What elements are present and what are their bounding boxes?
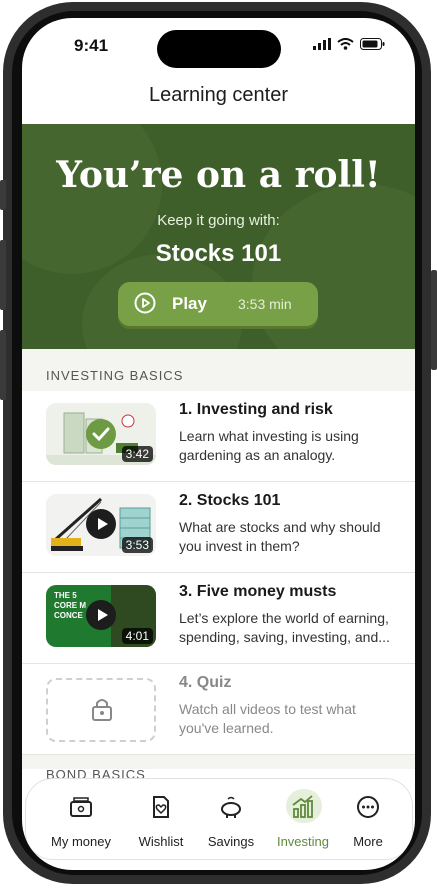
power-button: [431, 270, 437, 370]
lesson-title: 4. Quiz: [179, 674, 232, 691]
play-label: Play: [172, 294, 207, 313]
lesson-thumbnail: THE 5 CORE M CONCE 4:01: [46, 585, 156, 647]
tab-savings[interactable]: Savings: [196, 793, 266, 849]
locked-thumbnail: [46, 678, 156, 742]
video-play-icon: [86, 509, 116, 539]
wifi-icon: [337, 38, 354, 50]
lesson-description: Let’s explore the world of earning, spen…: [179, 610, 390, 645]
course-list-area: INVESTING BASICS 3:42 1. Investing and r…: [22, 349, 415, 782]
video-duration: 3:53: [121, 537, 153, 553]
lesson-item-quiz[interactable]: 4. Quiz Watch all videos to test what yo…: [22, 664, 415, 755]
page-title: Learning center: [149, 84, 288, 106]
dynamic-island: [157, 30, 281, 68]
screen: 9:41 Learning center You’re on a roll! K…: [22, 18, 415, 870]
lesson-title: 3. Five money musts: [179, 583, 337, 600]
tab-more[interactable]: More: [333, 793, 403, 849]
tab-label: More: [353, 834, 383, 849]
lesson-thumbnail: 3:53: [46, 494, 156, 556]
piggy-bank-icon: [221, 796, 241, 818]
thumbnail-caption: THE 5 CORE M CONCE: [54, 591, 86, 620]
section-label-investing-basics: INVESTING BASICS: [46, 368, 184, 383]
bottom-tab-bar: My money Wishlist Savings Investing More: [25, 778, 413, 860]
status-icons: [313, 38, 385, 50]
lesson-description: Watch all videos to test what you've lea…: [179, 701, 356, 736]
banner-title: You’re on a roll!: [56, 154, 381, 196]
lesson-list: 3:42 1. Investing and risk Learn what in…: [22, 391, 415, 755]
lesson-item-five-money-musts[interactable]: THE 5 CORE M CONCE 4:01 3. Five money mu…: [22, 573, 415, 664]
lesson-thumbnail: 3:42: [46, 403, 156, 465]
lesson-description: What are stocks and why should you inves…: [179, 519, 381, 554]
tab-label: Savings: [207, 834, 255, 849]
tab-wishlist[interactable]: Wishlist: [126, 793, 196, 849]
banner-subtitle: Keep it going with:: [157, 212, 280, 229]
volume-down-button: [0, 330, 6, 400]
signal-icon: [313, 38, 331, 50]
tab-my-money[interactable]: My money: [46, 793, 116, 849]
more-icon: [357, 796, 379, 818]
lesson-title: 2. Stocks 101: [179, 492, 281, 509]
lesson-title: 1. Investing and risk: [179, 401, 333, 418]
lesson-item-investing-and-risk[interactable]: 3:42 1. Investing and risk Learn what in…: [22, 391, 415, 482]
tab-investing[interactable]: Investing: [268, 789, 338, 849]
video-play-icon: [86, 600, 116, 630]
lock-icon: [92, 699, 112, 721]
chart-icon: [292, 795, 313, 818]
phone-mockup: 9:41 Learning center You’re on a roll! K…: [0, 0, 437, 888]
wishlist-icon: [153, 796, 169, 818]
status-time: 9:41: [74, 36, 109, 55]
status-bar: 9:41: [22, 18, 415, 78]
volume-up-button: [0, 240, 6, 310]
play-button[interactable]: Play 3:53 min: [118, 282, 318, 326]
battery-icon: [360, 38, 385, 50]
wallet-icon: [70, 797, 92, 817]
lesson-description: Learn what investing is using gardening …: [179, 428, 359, 463]
video-duration: 3:42: [121, 446, 153, 462]
play-icon: [134, 292, 156, 314]
tab-label: My money: [51, 834, 111, 849]
tab-label: Wishlist: [138, 834, 184, 849]
mute-switch: [0, 180, 6, 210]
banner-course-name: Stocks 101: [155, 240, 282, 267]
play-duration: 3:53 min: [238, 296, 292, 312]
continue-banner: You’re on a roll! Keep it going with: St…: [22, 124, 415, 349]
completed-check-icon: [86, 419, 116, 449]
lesson-item-stocks-101[interactable]: 3:53 2. Stocks 101 What are stocks and w…: [22, 482, 415, 573]
tab-label: Investing: [276, 834, 330, 849]
video-duration: 4:01: [121, 628, 153, 644]
